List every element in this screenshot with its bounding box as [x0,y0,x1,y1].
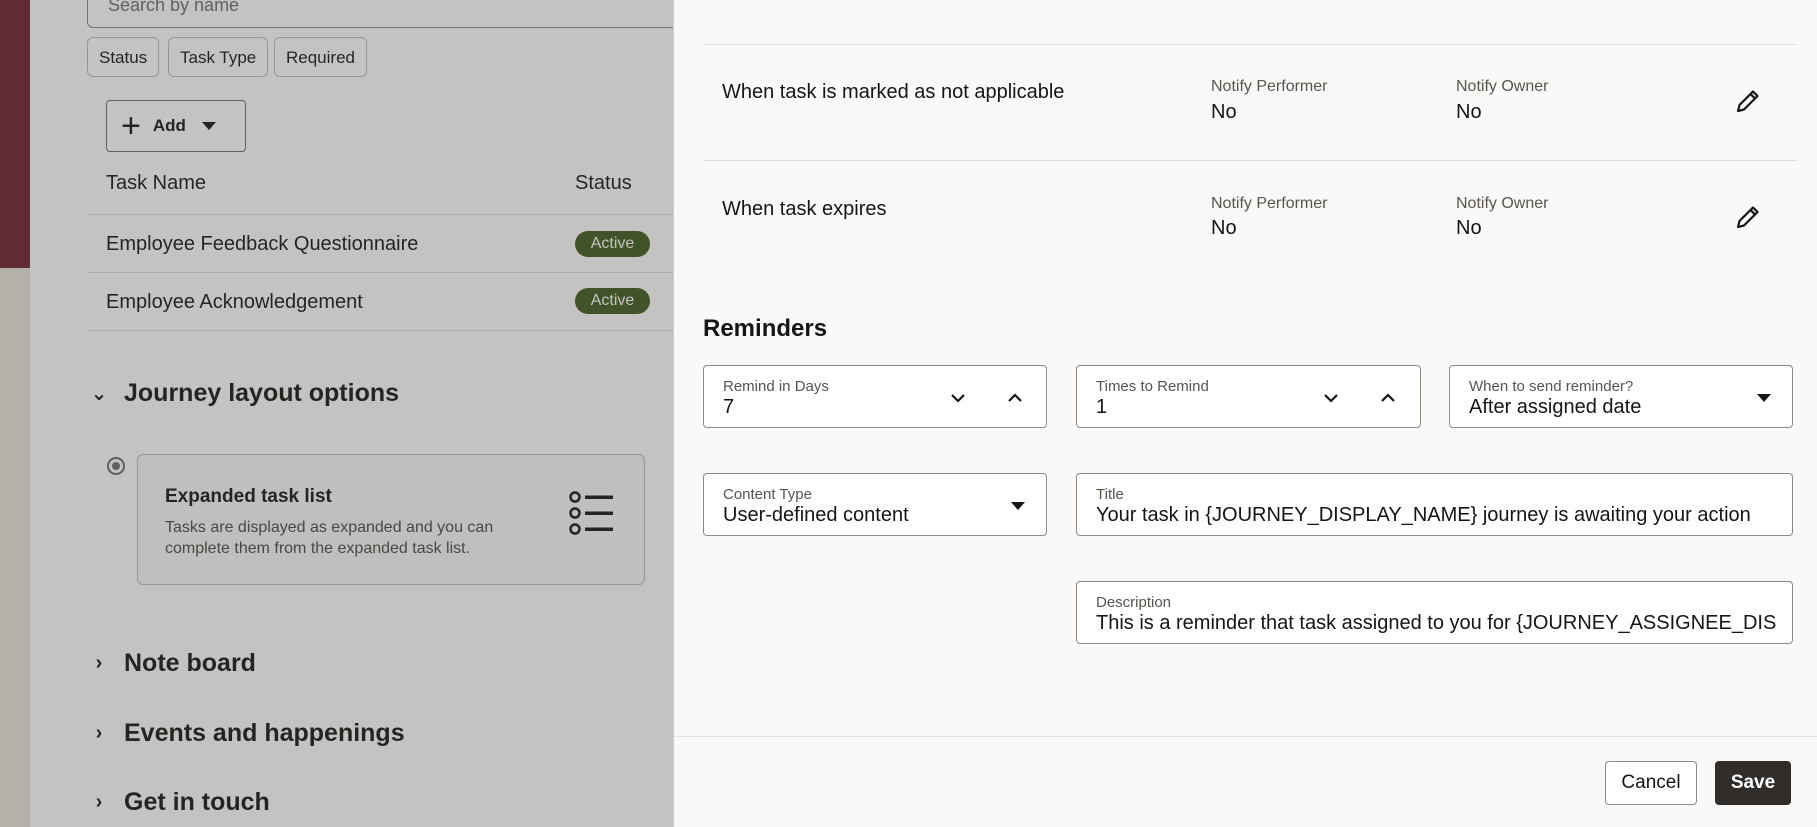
caret-down-icon[interactable] [1004,492,1032,520]
notify-performer-value: No [1211,217,1237,239]
notify-performer-label: Notify Performer [1211,78,1328,95]
field-value: Your task in {JOURNEY_DISPLAY_NAME} jour… [1096,504,1751,526]
field-label: When to send reminder? [1469,378,1634,395]
when-to-send-reminder-select[interactable]: When to send reminder? After assigned da… [1449,365,1793,428]
notify-performer-value: No [1211,101,1237,123]
remind-in-days-stepper[interactable]: Remind in Days 7 [703,365,1047,428]
divider [703,44,1796,45]
drawer-footer: Cancel Save [674,736,1817,827]
field-value: 7 [723,396,735,418]
field-label: Title [1096,486,1124,503]
chevron-down-icon[interactable] [1317,384,1345,412]
edit-notification-button[interactable] [1728,197,1768,237]
notify-owner-label: Notify Owner [1456,78,1549,95]
field-label: Description [1096,594,1172,611]
field-value: This is a reminder that task assigned to… [1096,612,1776,634]
pencil-icon [1736,90,1759,113]
content-type-select[interactable]: Content Type User-defined content [703,473,1047,536]
caret-down-icon[interactable] [1750,384,1778,412]
reminders-heading: Reminders [703,315,828,342]
divider [703,160,1796,161]
save-button[interactable]: Save [1715,761,1791,805]
chevron-down-icon[interactable] [944,384,972,412]
field-value: 1 [1096,396,1108,418]
field-label: Content Type [723,486,812,503]
notify-performer-label: Notify Performer [1211,195,1328,212]
reminder-title-field[interactable]: Title Your task in {JOURNEY_DISPLAY_NAME… [1076,473,1793,536]
chevron-up-icon[interactable] [1374,384,1402,412]
modal-scrim[interactable] [0,0,673,827]
pencil-icon [1736,206,1759,229]
notify-owner-value: No [1456,217,1482,239]
times-to-remind-stepper[interactable]: Times to Remind 1 [1076,365,1421,428]
field-label: Times to Remind [1096,378,1209,395]
field-value: After assigned date [1469,396,1642,418]
edit-task-drawer: When task is marked as not applicable No… [673,0,1817,827]
chevron-up-icon[interactable] [1001,384,1029,412]
notification-rule-title: When task expires [722,198,887,220]
cancel-button[interactable]: Cancel [1605,761,1697,805]
notify-owner-value: No [1456,101,1482,123]
edit-notification-button[interactable] [1728,81,1768,121]
notify-owner-label: Notify Owner [1456,195,1549,212]
field-label: Remind in Days [723,378,829,395]
field-value: User-defined content [723,504,909,526]
reminder-description-field[interactable]: Description This is a reminder that task… [1076,581,1793,644]
notification-rule-title: When task is marked as not applicable [722,81,1065,103]
